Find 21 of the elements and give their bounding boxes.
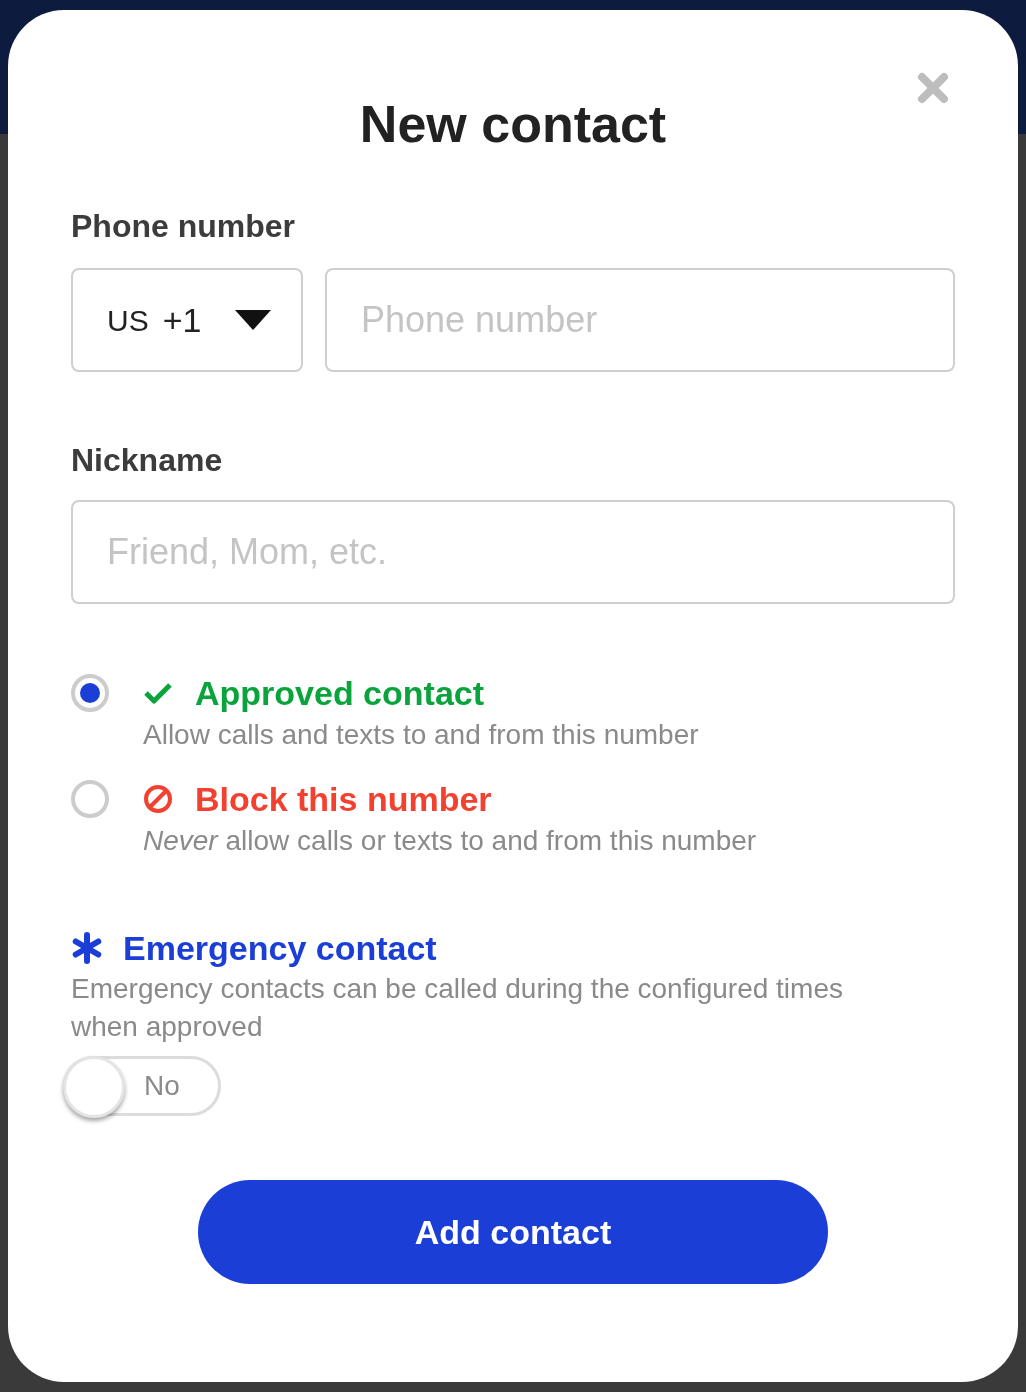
option-description: Allow calls and texts to and from this number (143, 718, 699, 752)
check-icon (143, 681, 173, 705)
dialog-title: New contact (359, 98, 667, 150)
nickname-label: Nickname (71, 444, 224, 476)
close-button[interactable] (915, 70, 951, 106)
country-code-dropdown[interactable]: US +1 (71, 268, 303, 372)
radio-button[interactable] (71, 780, 109, 818)
option-label: Block this number (195, 779, 492, 820)
phone-label: Phone number (71, 210, 296, 242)
nickname-input[interactable]: Friend, Mom, etc. (71, 500, 955, 604)
option-description: Never allow calls or texts to and from this number (143, 824, 757, 858)
prohibited-icon (143, 784, 173, 814)
radio-button[interactable] (71, 674, 109, 712)
close-icon (917, 72, 949, 104)
option-label: Approved contact (195, 673, 485, 714)
asterisk-icon (71, 932, 103, 964)
phone-number-input[interactable]: Phone number (325, 268, 955, 372)
emergency-label: Emergency contact (123, 928, 437, 968)
add-contact-button[interactable]: Add contact (198, 1180, 828, 1284)
emergency-description: Emergency contacts can be called during the configured times when approved (71, 972, 844, 1044)
caret-icon (235, 310, 271, 330)
